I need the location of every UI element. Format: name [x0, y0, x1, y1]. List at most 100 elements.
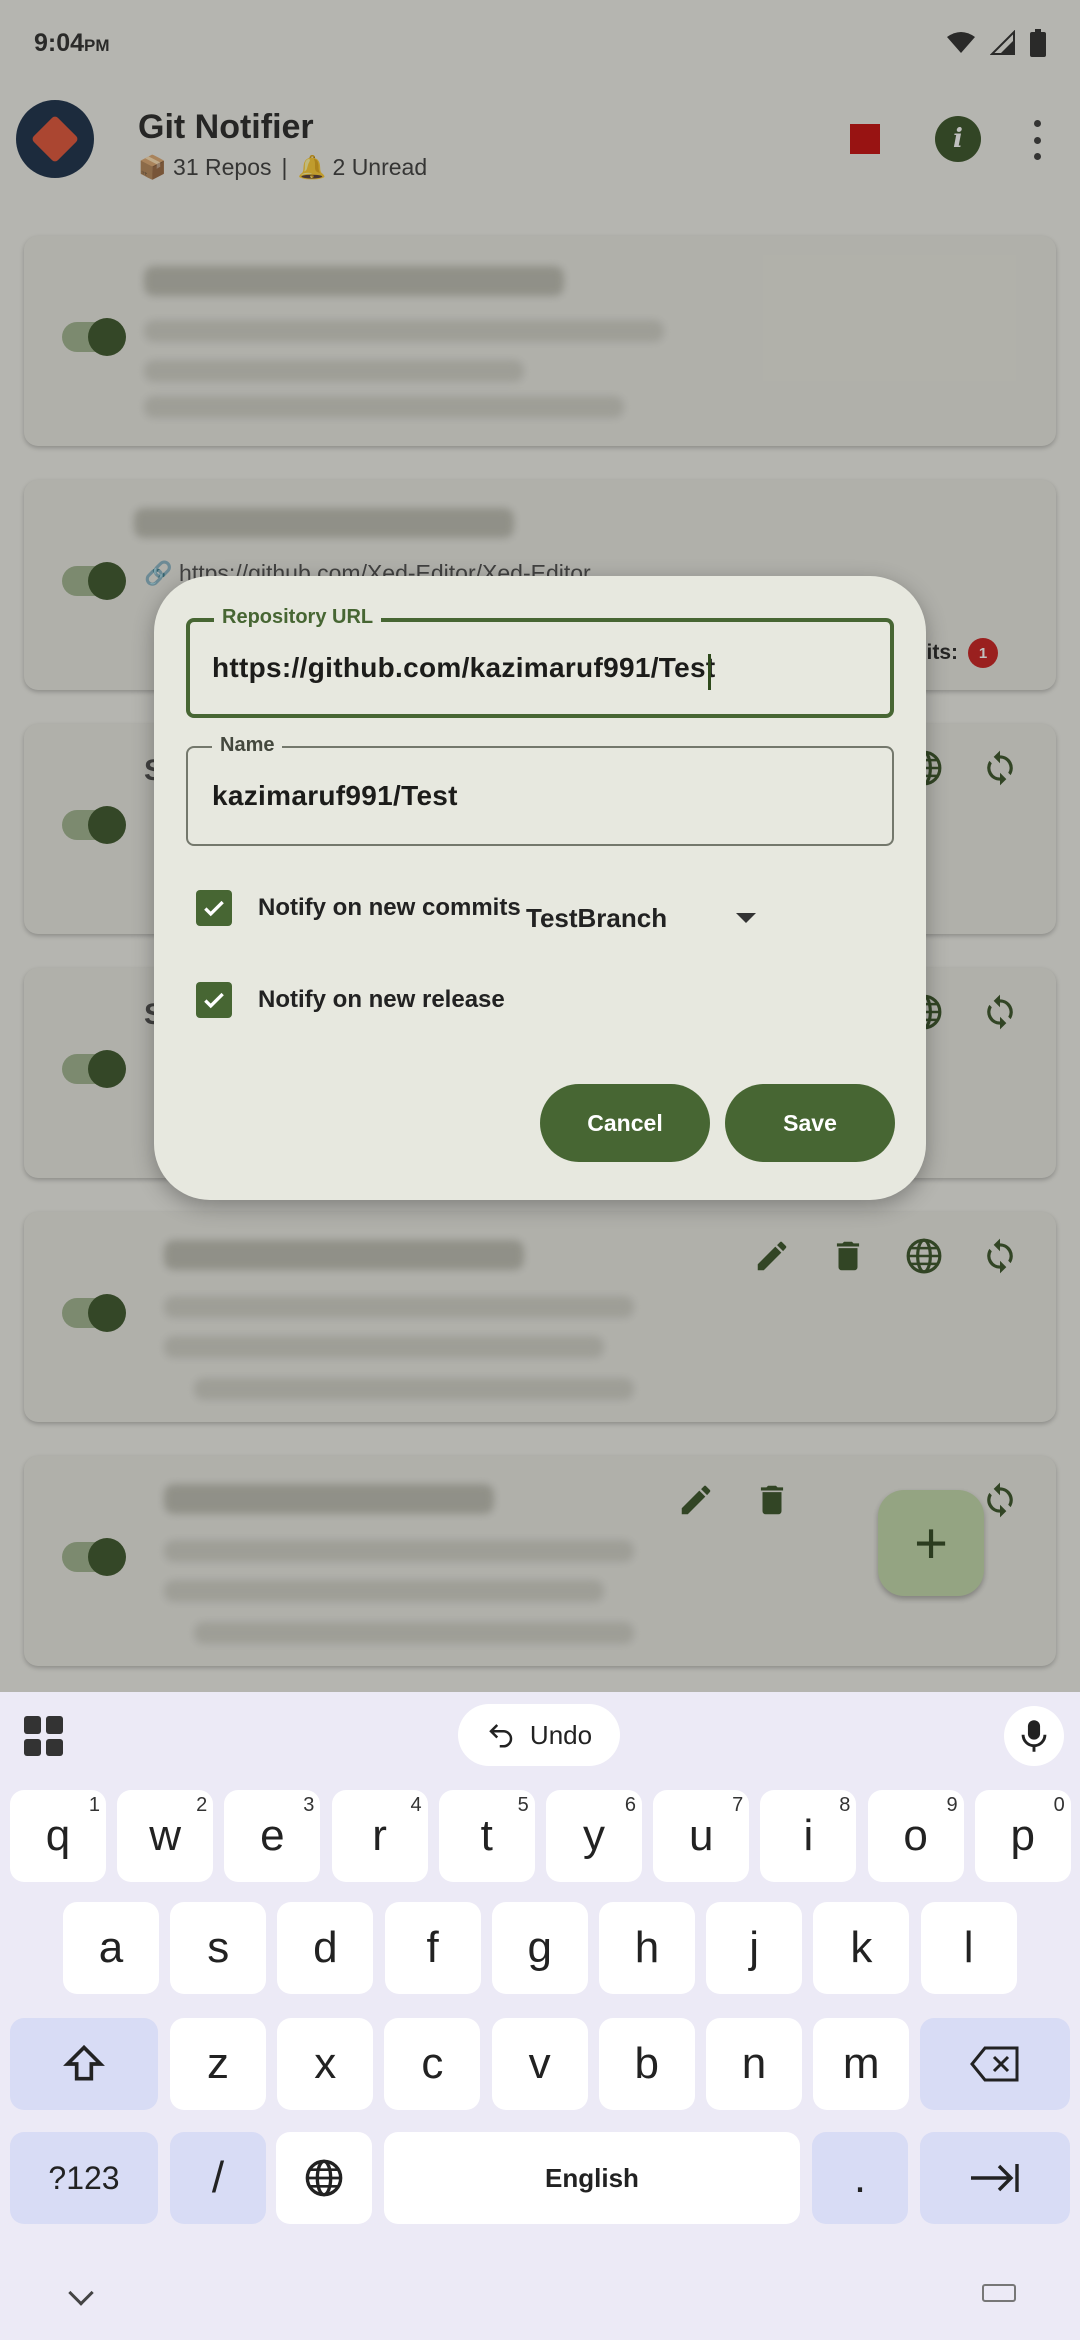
key-q[interactable]: q1	[10, 1790, 106, 1882]
backspace-icon	[970, 2046, 1019, 2082]
key-n-label: n	[741, 2039, 767, 2088]
key-o-hint: 9	[946, 1794, 958, 1816]
key-m-label: m	[842, 2039, 880, 2088]
next-field-key[interactable]	[920, 2132, 1070, 2224]
name-field[interactable]: Name	[186, 734, 894, 846]
key-w-hint: 2	[196, 1794, 208, 1816]
key-b[interactable]: b	[598, 2018, 695, 2110]
hide-keyboard-icon[interactable]	[68, 2280, 94, 2306]
key-j[interactable]: j	[706, 1902, 803, 1994]
add-repo-dialog: Repository URL Name Notify on new commit…	[154, 576, 926, 1200]
key-y-hint: 6	[624, 1794, 636, 1816]
key-q-hint: 1	[88, 1794, 100, 1816]
undo-label: Undo	[529, 1719, 593, 1750]
undo-button[interactable]: Undo	[458, 1704, 620, 1766]
key-b-label: b	[634, 2039, 660, 2088]
key-t-hint: 5	[517, 1794, 529, 1816]
key-i-hint: 8	[839, 1794, 851, 1816]
key-p-label: p	[1010, 1811, 1036, 1860]
key-f[interactable]: f	[384, 1902, 481, 1994]
repository-url-input[interactable]	[212, 622, 862, 714]
key-i-label: i	[803, 1811, 814, 1860]
text-cursor	[708, 654, 711, 690]
key-w[interactable]: w2	[117, 1790, 214, 1882]
key-x[interactable]: x	[277, 2018, 374, 2110]
key-t[interactable]: t5	[438, 1790, 535, 1882]
key-j-label: j	[749, 1923, 760, 1972]
key-g[interactable]: g	[491, 1902, 588, 1994]
branch-dropdown[interactable]: TestBranch	[526, 894, 756, 942]
key-y-label: y	[583, 1811, 605, 1860]
key-a-label: a	[98, 1923, 124, 1972]
key-t-label: t	[480, 1811, 493, 1860]
backspace-key[interactable]	[920, 2018, 1070, 2110]
key-v[interactable]: v	[491, 2018, 588, 2110]
key-s[interactable]: s	[170, 1902, 267, 1994]
keyboard-apps-icon[interactable]	[24, 1716, 64, 1756]
keyboard-toolbar: Undo	[0, 1692, 1080, 1776]
microphone-icon	[1021, 1720, 1047, 1752]
key-p-hint: 0	[1053, 1794, 1065, 1816]
key-k[interactable]: k	[813, 1902, 910, 1994]
dropdown-arrow-icon	[736, 913, 756, 923]
checkmark-icon	[204, 992, 224, 1009]
notify-release-label: Notify on new release	[258, 986, 505, 1013]
save-button[interactable]: Save	[725, 1084, 895, 1162]
key-h-label: h	[634, 1923, 660, 1972]
key-r-hint: 4	[410, 1794, 422, 1816]
key-a[interactable]: a	[63, 1902, 159, 1994]
notify-commits-row[interactable]: Notify on new commits	[196, 890, 521, 926]
key-p[interactable]: p0	[974, 1790, 1071, 1882]
cancel-button[interactable]: Cancel	[540, 1084, 710, 1162]
key-o[interactable]: o9	[867, 1790, 964, 1882]
key-w-label: w	[149, 1811, 182, 1860]
shift-key[interactable]	[10, 2018, 158, 2110]
key-z-label: z	[207, 2039, 229, 2088]
notify-commits-label: Notify on new commits	[258, 894, 521, 921]
key-k-label: k	[850, 1923, 873, 1972]
key-z[interactable]: z	[170, 2018, 266, 2110]
key-l[interactable]: l	[920, 1902, 1017, 1994]
key-u-hint: 7	[732, 1794, 744, 1816]
notify-commits-checkbox[interactable]	[196, 890, 232, 926]
keyboard-switch-icon[interactable]	[982, 2284, 1016, 2302]
language-key[interactable]	[276, 2132, 372, 2224]
key-l-label: l	[963, 1923, 974, 1972]
symbols-key[interactable]: ?123	[10, 2132, 158, 2224]
name-input[interactable]	[212, 748, 862, 844]
tab-arrow-icon	[971, 2164, 1019, 2192]
key-u-label: u	[688, 1811, 714, 1860]
key-f-label: f	[426, 1923, 439, 1972]
soft-keyboard: Undo q1w2e3r4t5y6u7i8o9p0asdfghjklzxcvbn…	[0, 1692, 1080, 2340]
key-d[interactable]: d	[277, 1902, 374, 1994]
period-key[interactable]: .	[812, 2132, 908, 2224]
key-v-label: v	[528, 2039, 551, 2088]
key-y[interactable]: y6	[546, 1790, 642, 1882]
key-o-label: o	[903, 1811, 928, 1860]
branch-value: TestBranch	[526, 902, 668, 933]
key-h[interactable]: h	[599, 1902, 695, 1994]
key-s-label: s	[207, 1923, 230, 1972]
key-m[interactable]: m	[813, 2018, 910, 2110]
key-e[interactable]: e3	[224, 1790, 321, 1882]
key-d-label: d	[313, 1923, 338, 1972]
key-r[interactable]: r4	[331, 1790, 428, 1882]
undo-icon	[489, 1724, 513, 1748]
slash-key[interactable]: /	[170, 2132, 266, 2224]
key-e-hint: 3	[303, 1794, 315, 1816]
key-c[interactable]: c	[384, 2018, 481, 2110]
shift-arrow-icon	[63, 2044, 105, 2081]
key-c-label: c	[421, 2039, 444, 2088]
key-r-label: r	[372, 1811, 387, 1860]
key-n[interactable]: n	[706, 2018, 802, 2110]
key-u[interactable]: u7	[653, 1790, 750, 1882]
key-i[interactable]: i8	[760, 1790, 857, 1882]
voice-input-button[interactable]	[1004, 1706, 1064, 1766]
checkmark-icon	[204, 900, 224, 917]
repository-url-field[interactable]: Repository URL	[186, 606, 894, 718]
notify-release-row[interactable]: Notify on new release	[196, 982, 505, 1018]
key-e-label: e	[260, 1811, 285, 1860]
notify-release-checkbox[interactable]	[196, 982, 232, 1018]
key-q-label: q	[45, 1811, 71, 1860]
space-key[interactable]: English	[384, 2132, 800, 2224]
